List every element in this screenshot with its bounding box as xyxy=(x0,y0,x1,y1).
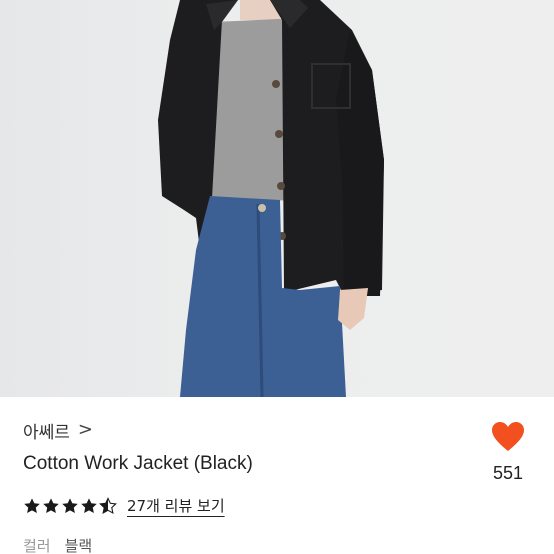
like-count: 551 xyxy=(492,463,524,483)
star-icon xyxy=(24,497,40,513)
star-half-icon xyxy=(99,496,117,514)
option-row: 컬러 블랙 xyxy=(23,535,92,554)
option-label: 컬러 xyxy=(23,537,51,554)
star-icon xyxy=(62,497,78,513)
rating-row: 27개 리뷰 보기 xyxy=(23,495,225,516)
brand-name: 아쎄르 xyxy=(23,422,70,443)
star-icon xyxy=(43,497,59,513)
review-link[interactable]: 27개 리뷰 보기 xyxy=(127,495,225,516)
star-icon xyxy=(81,497,97,513)
chevron-right-icon: > xyxy=(77,419,94,440)
brand-link[interactable]: 아쎄르 > xyxy=(23,417,93,443)
product-title: Cotton Work Jacket (Black) xyxy=(23,453,253,474)
option-value: 블랙 xyxy=(64,537,93,554)
heart-icon xyxy=(492,422,524,451)
product-info: 아쎄르 > Cotton Work Jacket (Black) 27개 리뷰 … xyxy=(0,397,554,554)
rating-stars xyxy=(23,496,117,515)
model-photo xyxy=(158,0,384,397)
product-image[interactable] xyxy=(0,0,554,397)
like-button[interactable]: 551 xyxy=(486,421,530,484)
